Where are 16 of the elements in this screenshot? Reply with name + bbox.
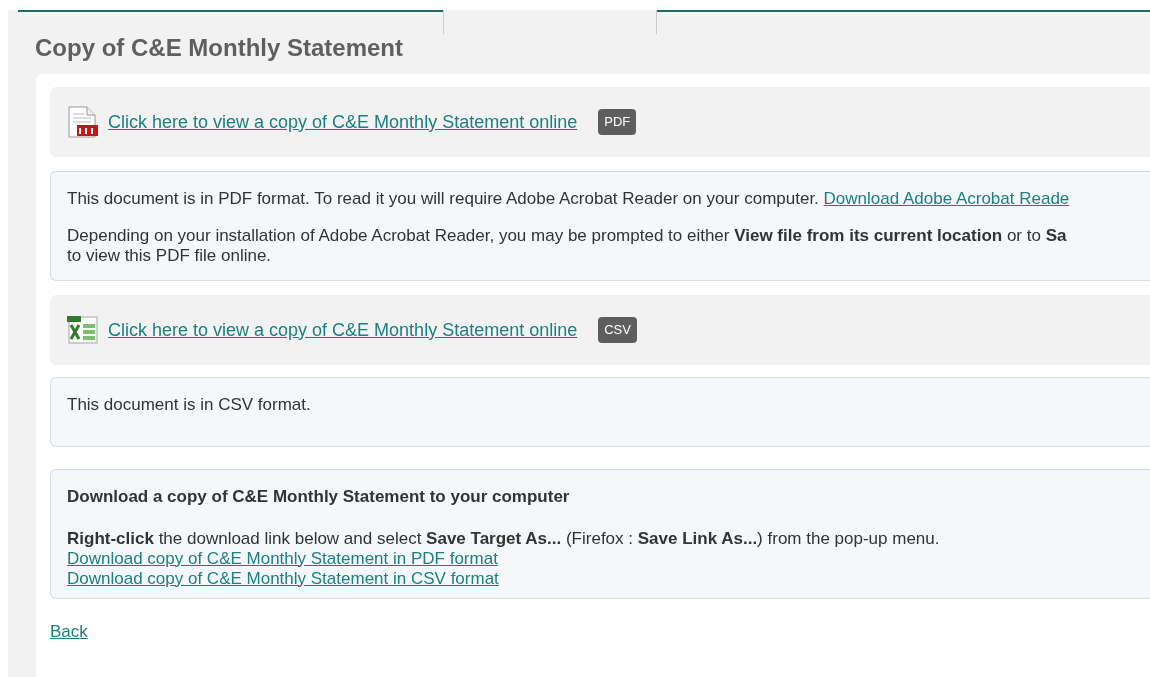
info-text: Depending on your installation of Adobe Acrobat Reader, you may be prompted to either View file from its current location or to Sa to view this PDF file online. (67, 225, 1068, 266)
download-instructions: Right-click the download link below and select Save Target As... (Firefox : Save Link As...) from the pop-up menu. (67, 528, 941, 549)
download-file-link[interactable]: Download copy of C&E Monthly Statement in CSV format (67, 568, 499, 589)
download-file-link[interactable]: Download copy of C&E Monthly Statement in PDF format (67, 548, 498, 569)
format-badge: CSV (598, 317, 637, 343)
download-reader-link[interactable]: Download Adobe Acrobat Reade (823, 189, 1070, 208)
pdf-file-icon (65, 105, 99, 139)
download-heading: Download a copy of C&E Monthly Statement to your computer (67, 486, 571, 508)
back-link[interactable]: Back (50, 619, 88, 645)
view-document-link[interactable]: Click here to view a copy of C&E Monthly Statement online (108, 108, 578, 136)
info-text: This document is in PDF format. To read it you will require Adobe Acrobat Reader on your computer. Download Adobe Acrobat Reade (67, 188, 1071, 210)
info-text: This document is in CSV format. (67, 394, 312, 416)
format-badge: PDF (598, 109, 637, 135)
spreadsheet-file-icon (65, 315, 99, 345)
view-document-link[interactable]: Click here to view a copy of C&E Monthly Statement online (108, 316, 578, 344)
page-title: Copy of C&E Monthly Statement (35, 33, 404, 63)
